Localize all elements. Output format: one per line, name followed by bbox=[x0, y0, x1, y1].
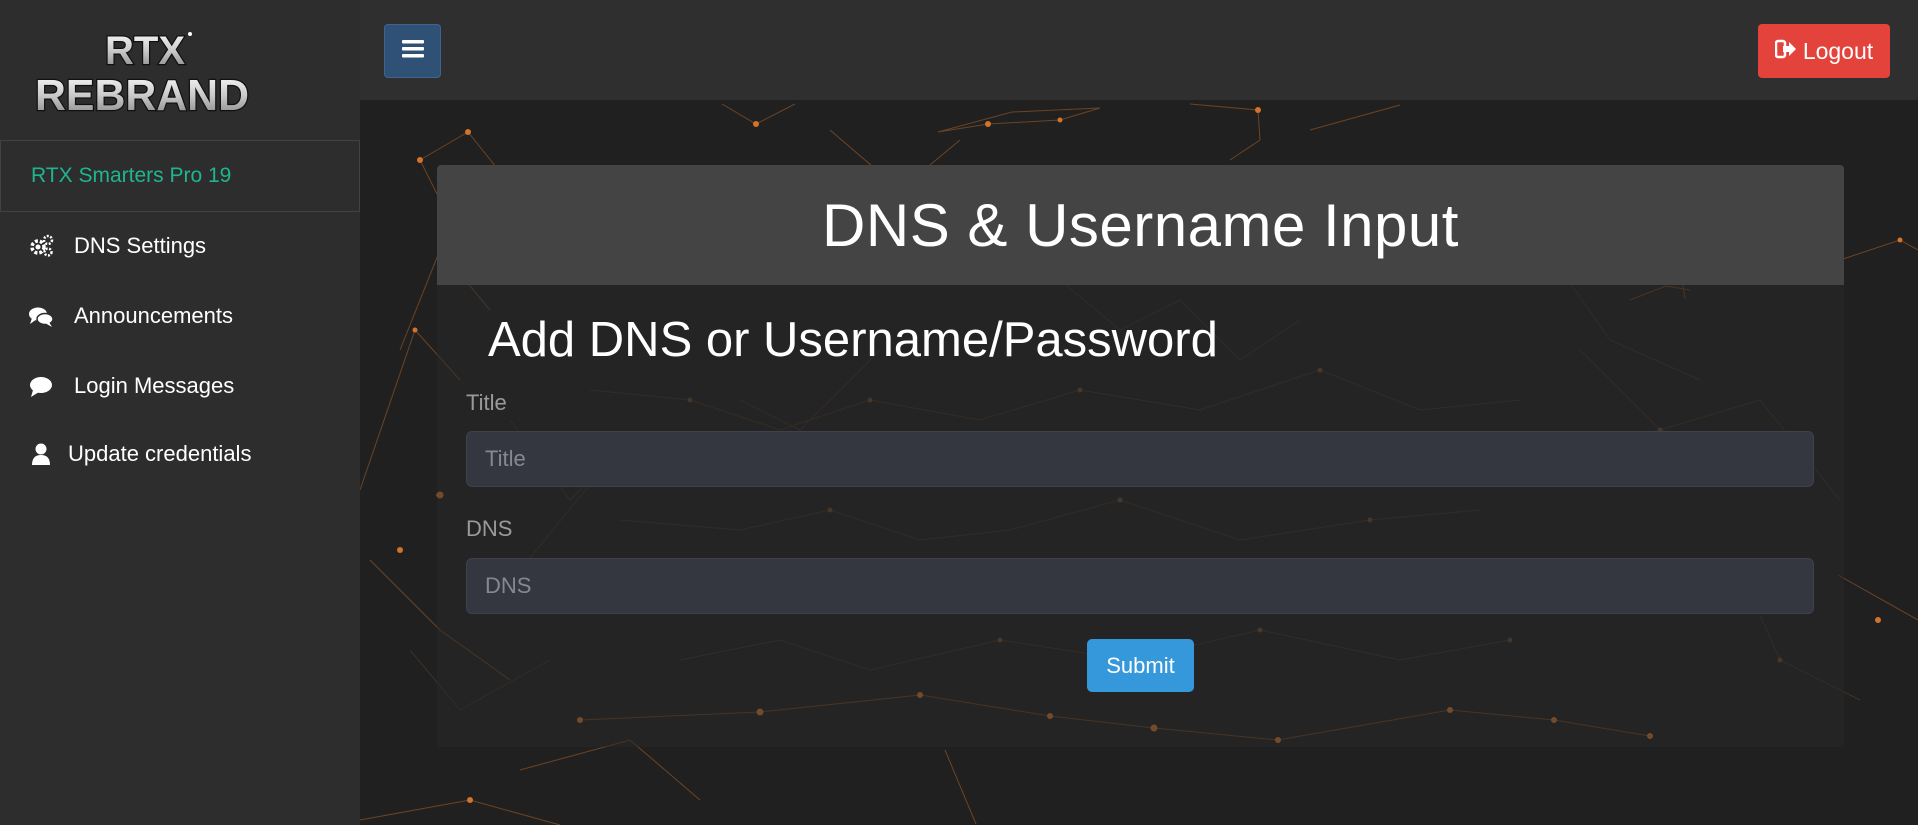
hamburger-icon bbox=[401, 39, 424, 63]
svg-text:REBRAND: REBRAND bbox=[35, 71, 249, 120]
dns-label: DNS bbox=[466, 516, 513, 541]
sidebar-item-label: DNS Settings bbox=[74, 233, 207, 258]
sidebar-item-announcements[interactable]: Announcements bbox=[0, 286, 360, 346]
page-header: DNS & Username Input bbox=[437, 165, 1844, 285]
user-icon bbox=[28, 441, 54, 467]
logout-button[interactable]: Logout bbox=[1758, 24, 1890, 78]
logout-label: Logout bbox=[1802, 37, 1874, 64]
comments-icon bbox=[28, 303, 54, 329]
brand-link[interactable]: RTX Smarters Pro 19 bbox=[0, 140, 360, 212]
page-title: DNS & Username Input bbox=[822, 191, 1459, 259]
sidebar-item-update-credentials[interactable]: Update credentials bbox=[0, 424, 360, 484]
sidebar-item-label: Update credentials bbox=[68, 441, 252, 466]
top-navbar bbox=[360, 0, 1918, 100]
submit-button[interactable]: Submit bbox=[1087, 639, 1194, 692]
title-label: Title bbox=[466, 390, 507, 415]
sidebar-item-dns-settings[interactable]: DNS Settings bbox=[0, 216, 360, 276]
rtx-rebrand-logo: RTX REBRAND bbox=[34, 28, 251, 122]
sidebar-item-login-messages[interactable]: Login Messages bbox=[0, 356, 360, 416]
sidebar-item-label: Announcements bbox=[74, 303, 233, 328]
form-title: Add DNS or Username/Password bbox=[488, 313, 1218, 367]
sidebar: RTX REBRAND RTX Smarters Pro 19 DNS Sett… bbox=[0, 0, 360, 825]
gears-icon bbox=[28, 233, 54, 259]
title-input[interactable] bbox=[466, 431, 1814, 487]
sign-out-icon bbox=[1774, 38, 1797, 65]
sidebar-item-label: Login Messages bbox=[74, 373, 235, 398]
brand-name: RTX Smarters Pro 19 bbox=[31, 164, 232, 187]
svg-text:RTX: RTX bbox=[105, 29, 185, 73]
sidebar-toggle-button[interactable] bbox=[384, 24, 441, 78]
dns-input[interactable] bbox=[466, 558, 1814, 614]
comment-icon bbox=[28, 373, 54, 399]
